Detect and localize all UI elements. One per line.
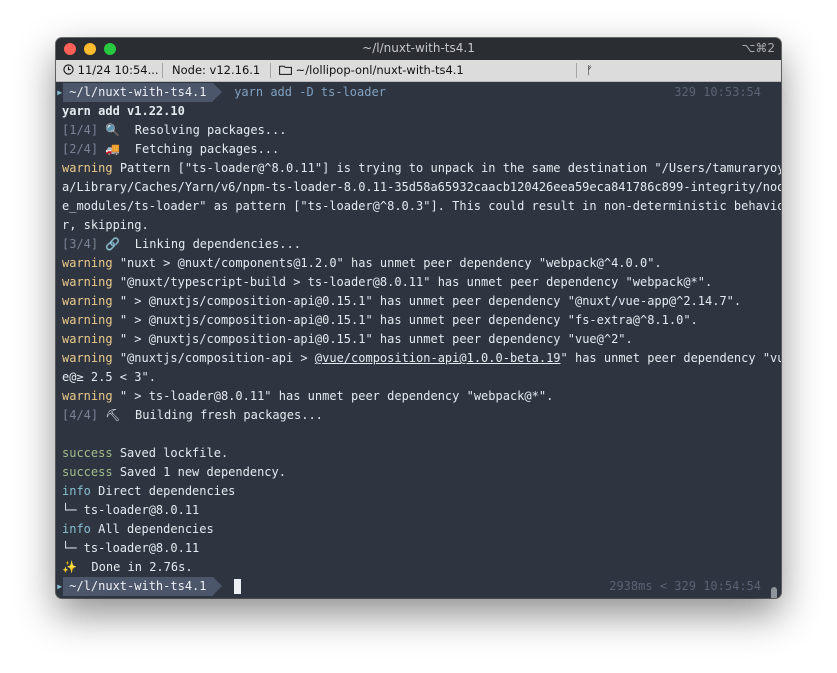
command-duration: 2938ms [609, 579, 653, 593]
step-linking: [3/4] 🔗 Linking dependencies... [62, 237, 301, 251]
clock-icon [63, 64, 74, 75]
status-node-version[interactable]: Node: v12.16.1 [172, 63, 260, 77]
title-bar: ~/l/nuxt-with-ts4.1 ⌥⌘2 [56, 38, 781, 60]
window-title: ~/l/nuxt-with-ts4.1 [362, 41, 475, 55]
warning-line: warning Pattern ["ts-loader@^8.0.11"] is… [62, 161, 781, 175]
warning-line: warning "@nuxt/typescript-build > ts-loa… [62, 275, 713, 289]
prompt-right-info: 2938ms < 329 10:54:54 [609, 577, 761, 596]
warning-line: warning " > @nuxtjs/composition-api@0.15… [62, 313, 698, 327]
text-cursor [234, 579, 242, 594]
command-text: yarn add -D ts-loader [234, 85, 386, 99]
step-fetching: [2/4] 🚚 Fetching packages... [62, 142, 280, 156]
warning-line: warning "nuxt > @nuxt/components@1.2.0" … [62, 256, 662, 270]
prompt-arrow-icon: ▸ [56, 579, 64, 593]
prompt-arrow-icon: ▸ [56, 85, 64, 99]
warning-line-cont: e_modules/ts-loader" as pattern ["ts-loa… [62, 199, 781, 213]
status-divider [576, 63, 577, 78]
git-branch-icon[interactable]: ᚠ [586, 63, 593, 77]
warning-line: warning " > ts-loader@8.0.11" has unmet … [62, 389, 554, 403]
tree-line: └─ ts-loader@8.0.11 [62, 541, 200, 555]
window-shortcut: ⌥⌘2 [741, 41, 775, 55]
sparkles-icon: ✨ [62, 560, 77, 574]
folder-icon [279, 65, 292, 75]
truck-icon: 🚚 [105, 142, 121, 156]
prompt-dir: ~/l/nuxt-with-ts4.1 [63, 83, 222, 102]
status-path[interactable]: ~/lollipop-onl/nuxt-with-ts4.1 [279, 63, 464, 77]
prompt-right-info: 329 10:53:54 [674, 85, 761, 99]
prompt-dir: ~/l/nuxt-with-ts4.1 [63, 577, 222, 596]
segment-separator: < [659, 579, 668, 593]
warning-line: warning "@nuxtjs/composition-api > @vue/… [62, 351, 781, 365]
warning-line: warning " > @nuxtjs/composition-api@0.15… [62, 332, 633, 346]
terminal-window: ~/l/nuxt-with-ts4.1 ⌥⌘2 11/24 10:54... N… [56, 38, 781, 598]
step-resolving: [1/4] 🔍 Resolving packages... [62, 123, 287, 137]
success-line: success Saved 1 new dependency. [62, 465, 286, 479]
status-clock[interactable]: 11/24 10:54... [63, 63, 159, 77]
package-link[interactable]: @vue/composition-api@1.0.0-beta.19 [315, 351, 561, 365]
prompt-line: ▸ ~/l/nuxt-with-ts4.1 [56, 577, 242, 596]
pick-icon: ⛏ [105, 408, 121, 422]
info-line: info Direct dependencies [62, 484, 236, 498]
warning-line-cont: a/Library/Caches/Yarn/v6/npm-ts-loader-8… [62, 180, 781, 194]
magnifier-icon: 🔍 [105, 123, 121, 137]
terminal-output[interactable]: ▸ ~/l/nuxt-with-ts4.1 yarn add -D ts-load… [56, 82, 781, 598]
status-divider [270, 63, 271, 78]
prompt-line: ▸ ~/l/nuxt-with-ts4.1 yarn add -D ts-load… [56, 83, 386, 102]
success-line: success Saved lockfile. [62, 446, 229, 460]
tree-line: └─ ts-loader@8.0.11 [62, 503, 200, 517]
scrollbar-thumb[interactable] [771, 587, 777, 598]
link-icon: 🔗 [105, 237, 121, 251]
warning-line: warning " > @nuxtjs/composition-api@0.15… [62, 294, 742, 308]
step-building: [4/4] ⛏ Building fresh packages... [62, 408, 323, 422]
warning-line-cont: e@≥ 2.5 < 3". [62, 370, 156, 384]
status-path-text: ~/lollipop-onl/nuxt-with-ts4.1 [295, 63, 464, 77]
done-line: ✨ Done in 2.76s. [62, 560, 193, 574]
warning-line-cont: r, skipping. [62, 218, 149, 232]
info-line: info All dependencies [62, 522, 214, 536]
yarn-version: yarn add v1.22.10 [62, 104, 185, 118]
prompt-right-stats: 329 10:54:54 [674, 579, 761, 593]
status-divider [162, 63, 163, 78]
status-clock-text: 11/24 10:54... [77, 63, 159, 77]
status-bar: 11/24 10:54... Node: v12.16.1 ~/lollipop… [56, 60, 781, 82]
